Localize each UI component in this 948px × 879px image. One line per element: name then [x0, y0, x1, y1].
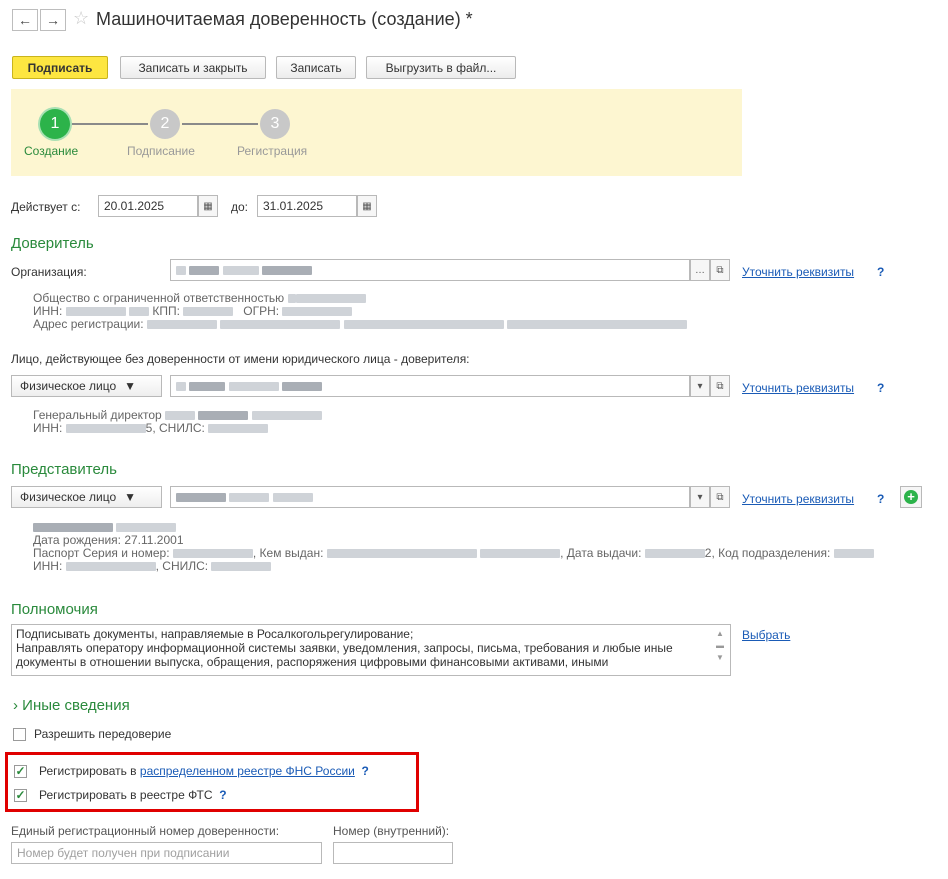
select-powers-link[interactable]: Выбрать — [742, 628, 790, 642]
chevron-right-icon: › — [13, 697, 18, 714]
valid-to-label: до: — [231, 200, 249, 214]
registration-number-label: Единый регистрационный номер доверенност… — [11, 824, 280, 838]
highlight-box — [5, 752, 419, 812]
page-title: Машиночитаемая доверенность (создание) * — [96, 9, 473, 29]
valid-from-input[interactable]: 20.01.2025 — [98, 195, 198, 217]
representative-section-title: Представитель — [11, 461, 117, 478]
open-icon[interactable]: ⧉ — [710, 486, 730, 508]
export-to-file-button[interactable]: Выгрузить в файл... — [366, 56, 516, 79]
principal-person-type-select[interactable]: Физическое лицо ▼ — [11, 375, 162, 397]
internal-number-label: Номер (внутренний): — [333, 824, 450, 838]
step-3-circle[interactable]: 3 — [260, 109, 290, 139]
dropdown-arrow-icon[interactable]: ▾ — [690, 375, 710, 397]
favorite-star-icon[interactable]: ☆ — [73, 8, 89, 29]
help-icon[interactable]: ? — [877, 492, 884, 506]
sign-button[interactable]: Подписать — [12, 56, 108, 79]
help-icon[interactable]: ? — [219, 788, 226, 802]
help-icon[interactable]: ? — [877, 265, 884, 279]
step-connector — [182, 123, 258, 125]
arrow-right-icon: → — [46, 12, 60, 28]
select-ellipsis-button[interactable]: … — [690, 259, 710, 281]
forward-button[interactable]: → — [40, 9, 66, 31]
register-fts-option[interactable]: Регистрировать в реестре ФТС ? — [14, 788, 227, 802]
register-fns-option[interactable]: Регистрировать в распределенном реестре … — [14, 764, 369, 778]
step-1-circle[interactable]: 1 — [40, 109, 70, 139]
principal-person-details: Генеральный директор ИНН: 5, СНИЛС: — [33, 409, 733, 435]
step-2-label: Подписание — [127, 144, 195, 158]
principal-person-clarify-link[interactable]: Уточнить реквизиты — [742, 381, 854, 395]
organization-details: Общество с ограниченной ответственностью… — [33, 292, 833, 331]
save-button[interactable]: Записать — [276, 56, 356, 79]
powers-textarea[interactable]: Подписывать документы, направляемые в Ро… — [11, 624, 731, 676]
registration-number-input[interactable]: Номер будет получен при подписании — [11, 842, 322, 864]
calendar-icon[interactable]: ▦ — [198, 195, 218, 217]
dropdown-arrow-icon: ▼ — [124, 379, 137, 393]
principal-section-title: Доверитель — [11, 235, 94, 252]
open-icon[interactable]: ⧉ — [710, 259, 730, 281]
open-icon[interactable]: ⧉ — [710, 375, 730, 397]
textarea-scroll-icon[interactable]: ▲ ▬ ▼ — [716, 628, 724, 664]
plus-icon: + — [904, 490, 918, 504]
org-type-text: Общество с ограниченной ответственностью — [33, 291, 285, 305]
register-fns-checkbox[interactable] — [14, 764, 27, 778]
calendar-icon[interactable]: ▦ — [357, 195, 377, 217]
representative-clarify-link[interactable]: Уточнить реквизиты — [742, 492, 854, 506]
allow-redelegation-checkbox[interactable] — [13, 727, 26, 741]
address-label: Адрес регистрации: — [33, 317, 144, 331]
principal-clarify-link[interactable]: Уточнить реквизиты — [742, 265, 854, 279]
organization-input[interactable] — [170, 259, 690, 281]
step-1-label: Создание — [24, 144, 79, 158]
representative-type-select[interactable]: Физическое лицо ▼ — [11, 486, 162, 508]
help-icon[interactable]: ? — [877, 381, 884, 395]
kpp-label: КПП: — [152, 304, 180, 318]
help-icon[interactable]: ? — [362, 764, 369, 778]
powers-section-title: Полномочия — [11, 601, 98, 618]
ogrn-label: ОГРН: — [243, 304, 280, 318]
valid-to-input[interactable]: 31.01.2025 — [257, 195, 357, 217]
step-2-circle[interactable]: 2 — [150, 109, 180, 139]
principal-person-caption: Лицо, действующее без доверенности от им… — [11, 352, 470, 366]
position-text: Генеральный директор — [33, 408, 162, 422]
step-3-label: Регистрация — [237, 144, 308, 158]
valid-from-label: Действует с: — [11, 200, 81, 214]
internal-number-input[interactable] — [333, 842, 453, 864]
other-info-toggle[interactable]: › Иные сведения — [13, 697, 130, 714]
principal-person-input[interactable] — [170, 375, 690, 397]
back-button[interactable]: ← — [12, 9, 38, 31]
dropdown-arrow-icon[interactable]: ▾ — [690, 486, 710, 508]
organization-label: Организация: — [11, 265, 87, 279]
register-fts-checkbox[interactable] — [14, 788, 27, 802]
inn-label: ИНН: — [33, 304, 63, 318]
representative-details: Дата рождения: 27.11.2001 Паспорт Серия … — [33, 521, 938, 573]
arrow-left-icon: ← — [18, 12, 32, 28]
wizard-panel: 1 2 3 Создание Подписание Регистрация — [11, 89, 742, 176]
dropdown-arrow-icon: ▼ — [124, 490, 137, 504]
step-connector — [72, 123, 148, 125]
add-representative-button[interactable]: + — [900, 486, 922, 508]
representative-input[interactable] — [170, 486, 690, 508]
save-and-close-button[interactable]: Записать и закрыть — [120, 56, 266, 79]
fns-registry-link[interactable]: распределенном реестре ФНС России — [140, 764, 355, 778]
allow-redelegation-option[interactable]: Разрешить передоверие — [13, 727, 171, 741]
